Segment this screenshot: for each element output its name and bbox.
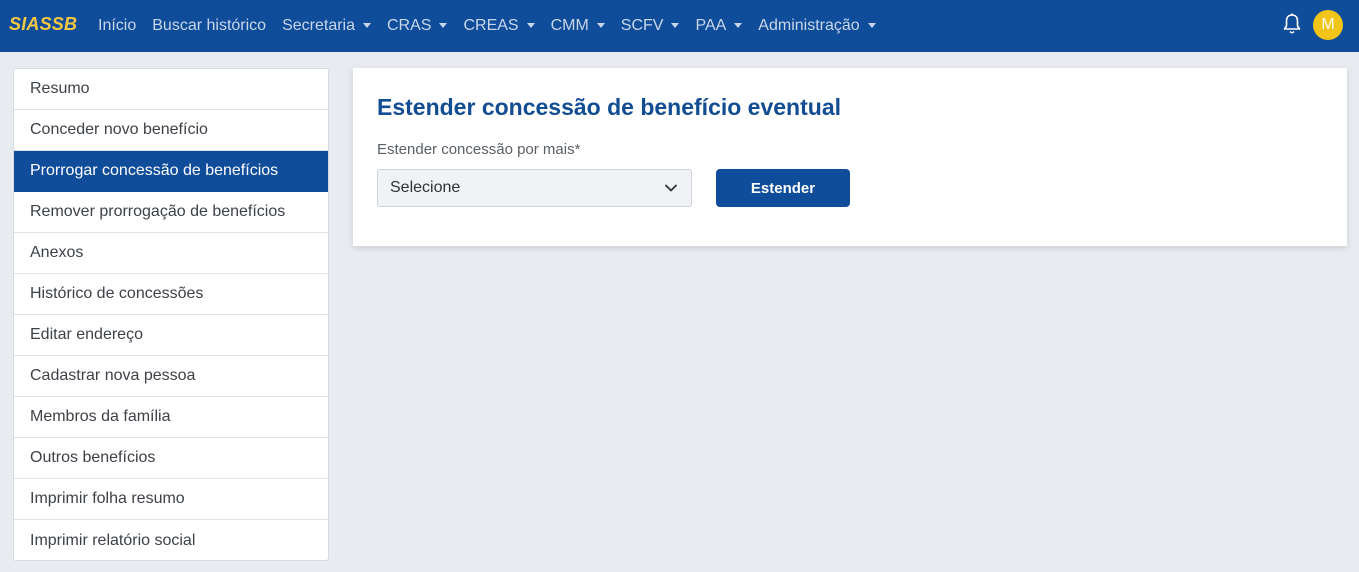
extend-period-label: Estender concessão por mais* <box>377 141 581 158</box>
nav-item-4[interactable]: CREAS <box>455 17 542 35</box>
sidebar-item-2[interactable]: Prorrogar concessão de benefícios <box>14 151 328 192</box>
sidebar-item-11[interactable]: Imprimir relatório social <box>14 520 328 560</box>
sidebar-item-9[interactable]: Outros benefícios <box>14 438 328 479</box>
nav-item-label: Administração <box>758 17 860 34</box>
sidebar-menu: Resumo Conceder novo benefício Prorrogar c… <box>13 68 329 561</box>
nav-item-2[interactable]: Secretaria <box>274 17 379 35</box>
sidebar-item-4[interactable]: Anexos <box>14 233 328 274</box>
nav-item-label: PAA <box>695 17 727 34</box>
sidebar-item-8[interactable]: Membros da família <box>14 397 328 438</box>
caret-down-icon <box>526 22 535 28</box>
brand-logo[interactable]: SIASSB <box>9 14 77 35</box>
nav-item-label: Secretaria <box>282 17 355 34</box>
nav-item-7[interactable]: PAA <box>687 17 750 35</box>
extend-button[interactable]: Estender <box>716 169 850 207</box>
page-title: Estender concessão de benefício eventual <box>377 94 841 120</box>
chevron-down-icon <box>665 184 677 192</box>
caret-down-icon <box>439 22 448 28</box>
user-avatar[interactable]: M <box>1313 10 1343 40</box>
nav-item-label: CREAS <box>463 17 519 34</box>
nav-item-0[interactable]: Início <box>90 17 144 35</box>
caret-down-icon <box>596 22 605 28</box>
nav-item-label: SCFV <box>620 17 664 34</box>
extend-period-select[interactable]: Selecione <box>377 169 692 207</box>
nav-item-5[interactable]: CMM <box>543 17 613 35</box>
sidebar-item-3[interactable]: Remover prorrogação de benefícios <box>14 192 328 233</box>
nav-item-label: Buscar histórico <box>152 17 267 34</box>
nav-item-label: CRAS <box>387 17 432 34</box>
select-value: Selecione <box>390 179 461 196</box>
nav-item-3[interactable]: CRAS <box>379 17 455 35</box>
caret-down-icon <box>867 22 876 28</box>
sidebar-item-10[interactable]: Imprimir folha resumo <box>14 479 328 520</box>
nav-item-label: Início <box>98 17 137 34</box>
nav-item-1[interactable]: Buscar histórico <box>144 17 274 35</box>
nav-item-8[interactable]: Administração <box>750 17 883 35</box>
nav-item-label: CMM <box>550 17 589 34</box>
sidebar-item-7[interactable]: Cadastrar nova pessoa <box>14 356 328 397</box>
top-navbar: SIASSB Início Buscar histórico Secretaria C… <box>0 0 1359 52</box>
caret-down-icon <box>363 22 371 28</box>
caret-down-icon <box>671 22 680 28</box>
sidebar-item-5[interactable]: Histórico de concessões <box>14 274 328 315</box>
nav-menu: Início Buscar histórico Secretaria CRAS CREA… <box>90 0 884 52</box>
sidebar-item-1[interactable]: Conceder novo benefício <box>14 110 328 151</box>
nav-item-6[interactable]: SCFV <box>613 17 688 35</box>
extend-benefit-card: Estender concessão de benefício eventual… <box>353 68 1347 246</box>
sidebar-item-0[interactable]: Resumo <box>14 69 328 110</box>
sidebar-item-6[interactable]: Editar endereço <box>14 315 328 356</box>
bell-icon[interactable] <box>1282 13 1302 35</box>
caret-down-icon <box>734 22 743 28</box>
